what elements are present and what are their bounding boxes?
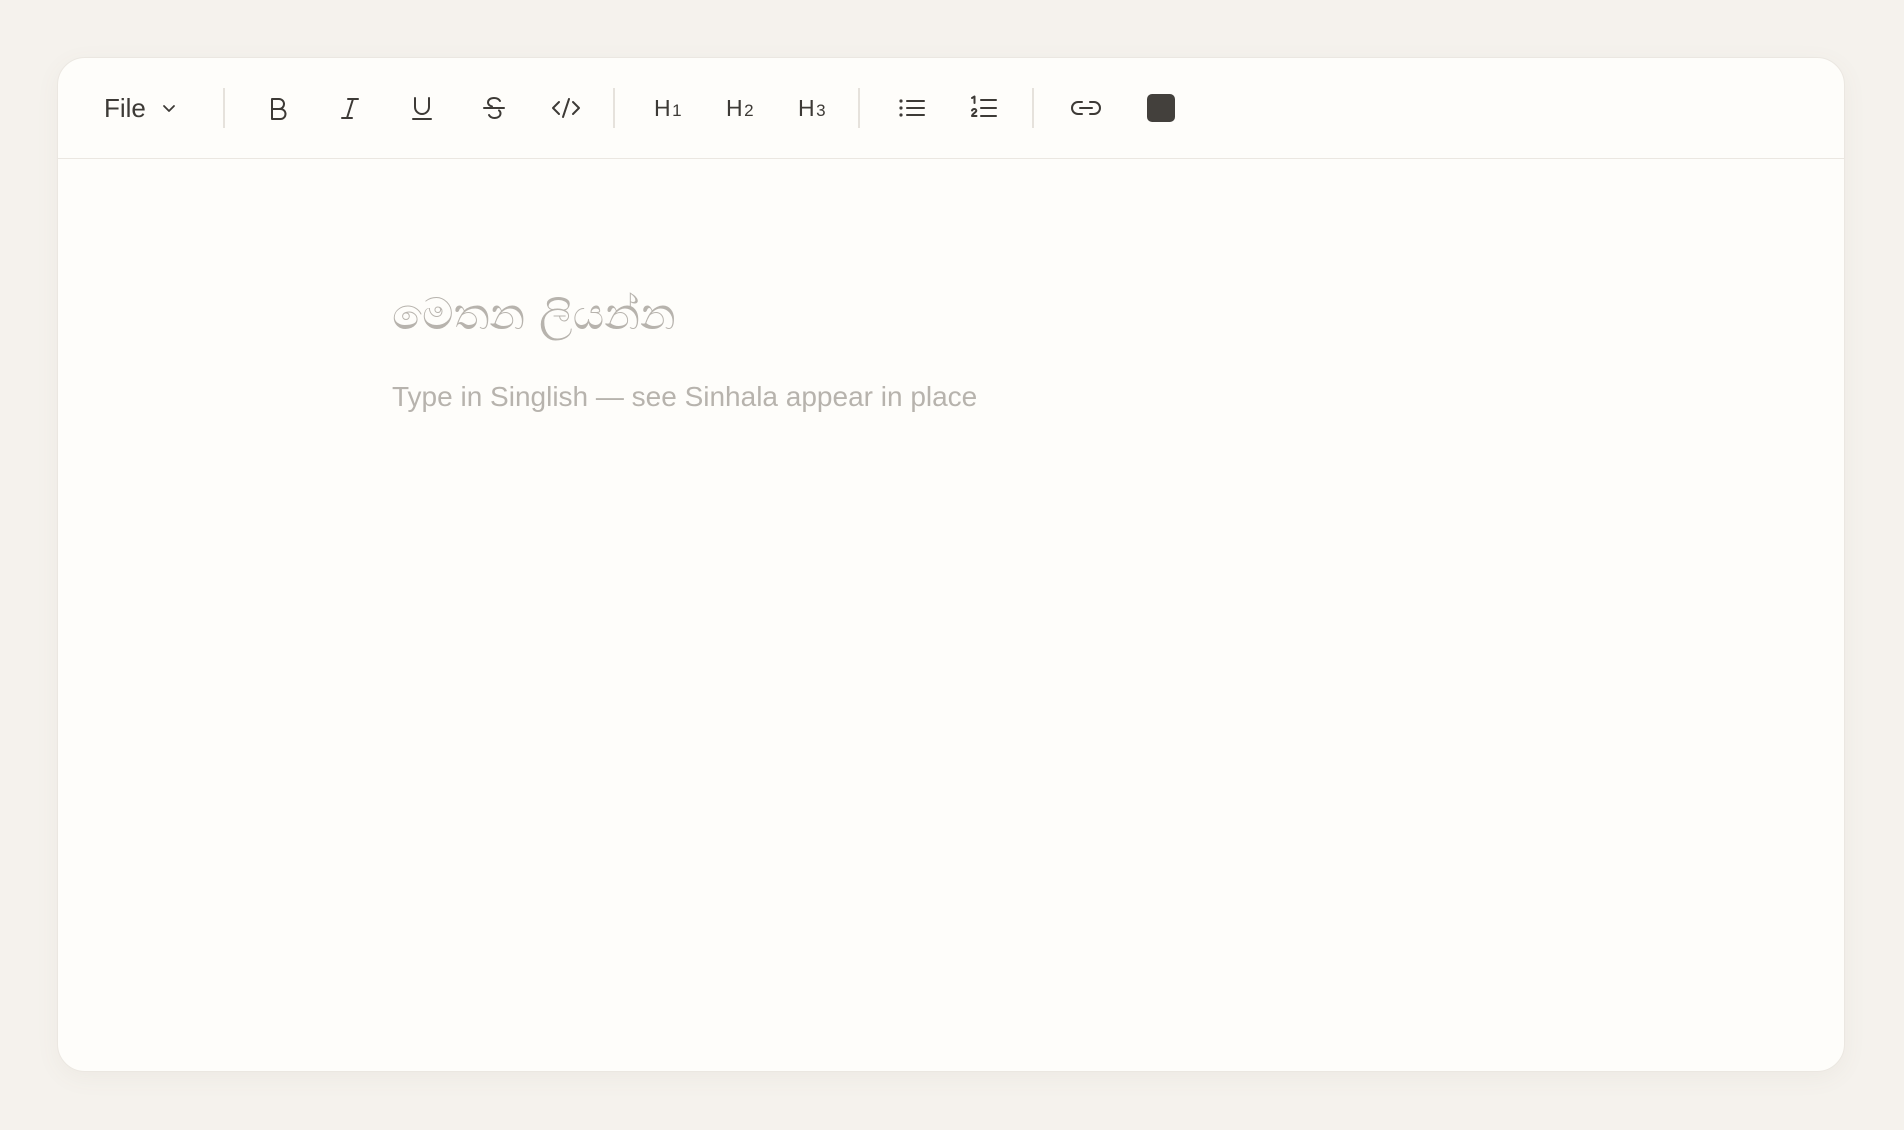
bullet-list-icon [897, 94, 927, 122]
toolbar-divider [858, 88, 860, 128]
underline-button[interactable] [396, 82, 448, 134]
strikethrough-button[interactable] [468, 82, 520, 134]
bold-icon [264, 94, 292, 122]
bold-button[interactable] [252, 82, 304, 134]
link-icon [1069, 96, 1103, 120]
heading-1-level: 1 [672, 101, 683, 120]
strikethrough-icon [480, 94, 508, 122]
numbered-list-button[interactable] [958, 82, 1010, 134]
heading-3-button[interactable]: H3 [786, 82, 838, 134]
toolbar-divider [223, 88, 225, 128]
editor-content[interactable]: මෙතන ලියන්න Type in Singlish — see Sinha… [392, 159, 1844, 1071]
text-color-swatch [1147, 94, 1175, 122]
text-color-button[interactable] [1135, 82, 1187, 134]
heading-1-button[interactable]: H1 [642, 82, 694, 134]
heading-1-label: H [653, 94, 672, 121]
app-page: File H 1 H 2 H 3 මෙතන ලියන්න Type in Sin… [0, 0, 1904, 1130]
file-menu-button[interactable]: File [104, 82, 194, 134]
code-icon [550, 94, 582, 122]
toolbar-divider [1032, 88, 1034, 128]
italic-button[interactable] [324, 82, 376, 134]
body-placeholder[interactable]: Type in Singlish — see Sinhala appear in… [392, 381, 977, 413]
code-button[interactable] [540, 82, 592, 134]
underline-icon [408, 94, 436, 122]
link-button[interactable] [1058, 82, 1114, 134]
toolbar-divider [613, 88, 615, 128]
heading-3-label: H [797, 94, 816, 121]
file-menu-label: File [104, 92, 146, 123]
chevron-down-icon [160, 99, 178, 117]
italic-icon [336, 94, 364, 122]
heading-2-level: 2 [744, 101, 755, 120]
editor-card: File H 1 H 2 H 3 මෙතන ලියන්න Type in Sin… [57, 57, 1845, 1072]
heading-2-button[interactable]: H2 [714, 82, 766, 134]
heading-2-label: H [725, 94, 744, 121]
heading-3-level: 3 [816, 101, 827, 120]
toolbar: File H 1 H 2 H 3 [58, 58, 1844, 159]
title-placeholder[interactable]: මෙතන ලියන්න [392, 289, 676, 342]
bullet-list-button[interactable] [886, 82, 938, 134]
numbered-list-icon [969, 93, 999, 123]
